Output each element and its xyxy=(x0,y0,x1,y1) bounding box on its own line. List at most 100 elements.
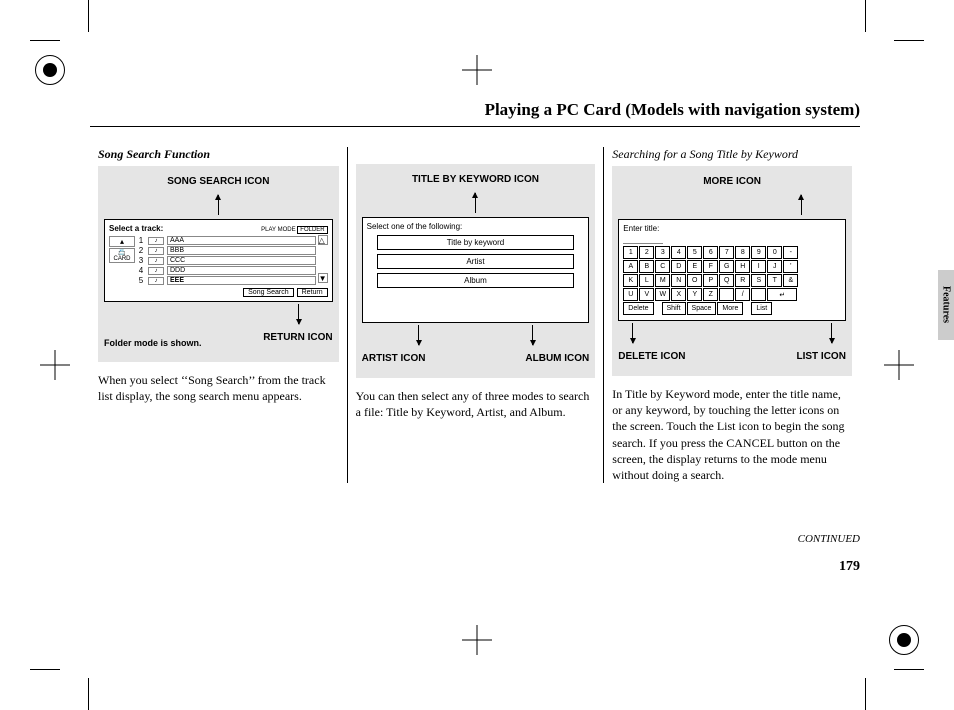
key[interactable]: L xyxy=(639,274,654,287)
heading-search-title-keyword: Searching for a Song Title by Keyword xyxy=(612,147,852,162)
screen-mode-select: Select one of the following: Title by ke… xyxy=(362,217,590,323)
song-search-button[interactable]: Song Search xyxy=(243,288,293,297)
key[interactable] xyxy=(719,288,734,301)
arrow-icon xyxy=(218,195,219,215)
heading-song-search: Song Search Function xyxy=(98,147,339,162)
screen-header: Select one of the following: xyxy=(367,222,585,231)
columns: Song Search Function SONG SEARCH ICON Se… xyxy=(90,147,860,483)
crop-mark xyxy=(894,669,924,670)
delete-button[interactable]: Delete xyxy=(623,302,653,315)
play-mode-label: PLAY MODE xyxy=(261,227,295,233)
key[interactable]: 9 xyxy=(751,246,766,259)
key[interactable]: C xyxy=(655,260,670,273)
key[interactable]: 5 xyxy=(687,246,702,259)
label-artist-icon: ARTIST ICON xyxy=(362,353,426,364)
crop-mark xyxy=(865,0,866,32)
play-mode-value: FOLDER xyxy=(297,226,327,234)
figure-keyboard: MORE ICON Enter title: 1234567890- ABCDE… xyxy=(612,166,852,376)
crosshair-icon xyxy=(40,350,70,380)
crosshair-icon xyxy=(462,625,492,655)
key[interactable]: I xyxy=(751,260,766,273)
arrow-icon xyxy=(831,323,832,343)
up-icon: ▴ xyxy=(109,236,135,247)
label-song-search-icon: SONG SEARCH ICON xyxy=(104,176,333,187)
key[interactable]: ' xyxy=(783,260,798,273)
key[interactable]: & xyxy=(783,274,798,287)
key[interactable]: J xyxy=(767,260,782,273)
crop-mark xyxy=(30,669,60,670)
body-text-2: You can then select any of three modes t… xyxy=(356,388,596,420)
enter-key-icon[interactable]: ↵ xyxy=(767,288,797,301)
key[interactable]: - xyxy=(783,246,798,259)
column-3: Searching for a Song Title by Keyword M O… xyxy=(603,147,860,483)
key[interactable] xyxy=(751,288,766,301)
key[interactable]: W xyxy=(655,288,670,301)
key[interactable]: O xyxy=(687,274,702,287)
arrow-icon xyxy=(418,325,419,345)
text-input-field[interactable] xyxy=(623,235,663,244)
label-title-keyword-icon: TITLE BY KEYWORD ICON xyxy=(362,174,590,185)
key[interactable]: 8 xyxy=(735,246,750,259)
label-album-icon: ALBUM ICON xyxy=(525,353,589,364)
registration-mark-icon xyxy=(889,625,919,655)
key[interactable]: / xyxy=(735,288,750,301)
label-list-icon: LIST ICON xyxy=(796,351,845,362)
page-title: Playing a PC Card (Models with navigatio… xyxy=(90,100,860,126)
side-tab-features: Features xyxy=(938,270,954,340)
page-content: Playing a PC Card (Models with navigatio… xyxy=(90,40,860,575)
crosshair-icon xyxy=(884,350,914,380)
key[interactable]: M xyxy=(655,274,670,287)
key[interactable]: V xyxy=(639,288,654,301)
key[interactable]: 4 xyxy=(671,246,686,259)
key[interactable]: 6 xyxy=(703,246,718,259)
key[interactable]: Y xyxy=(687,288,702,301)
column-1: Song Search Function SONG SEARCH ICON Se… xyxy=(90,147,347,483)
page-number: 179 xyxy=(90,559,860,575)
arrow-icon xyxy=(532,325,533,345)
scroll-up-icon: △ xyxy=(318,235,328,245)
key[interactable]: B xyxy=(639,260,654,273)
key[interactable]: A xyxy=(623,260,638,273)
list-button[interactable]: List xyxy=(751,302,772,315)
keyboard-row-bottom: Delete Shift Space More List xyxy=(623,302,841,315)
key[interactable]: G xyxy=(719,260,734,273)
body-text-3: In Title by Keyword mode, enter the titl… xyxy=(612,386,852,483)
keyboard-row: KLMNOPQRST& xyxy=(623,274,841,287)
body-text-1: When you select ‘‘Song Search’’ from the… xyxy=(98,372,339,404)
key[interactable]: Q xyxy=(719,274,734,287)
key[interactable]: 0 xyxy=(767,246,782,259)
title-rule xyxy=(90,126,860,127)
more-button[interactable]: More xyxy=(717,302,743,315)
crop-mark xyxy=(88,678,89,710)
keyboard-row: UVWXYZ / ↵ xyxy=(623,288,841,301)
key[interactable]: D xyxy=(671,260,686,273)
artist-button[interactable]: Artist xyxy=(377,254,575,269)
figure-song-search: SONG SEARCH ICON Select a track: PLAY MO… xyxy=(98,166,339,362)
key[interactable]: Z xyxy=(703,288,718,301)
key[interactable]: 3 xyxy=(655,246,670,259)
crop-mark xyxy=(865,678,866,710)
key[interactable]: 1 xyxy=(623,246,638,259)
key[interactable]: S xyxy=(751,274,766,287)
key[interactable]: P xyxy=(703,274,718,287)
key[interactable]: F xyxy=(703,260,718,273)
keyboard-row: ABCDEFGHIJ' xyxy=(623,260,841,273)
key[interactable]: 2 xyxy=(639,246,654,259)
key[interactable]: T xyxy=(767,274,782,287)
key[interactable]: H xyxy=(735,260,750,273)
key[interactable]: K xyxy=(623,274,638,287)
key[interactable]: U xyxy=(623,288,638,301)
key[interactable]: N xyxy=(671,274,686,287)
key[interactable]: X xyxy=(671,288,686,301)
key[interactable]: R xyxy=(735,274,750,287)
label-delete-icon: DELETE ICON xyxy=(618,351,685,362)
card-label: 📇 CARD xyxy=(109,248,135,263)
crop-mark xyxy=(894,40,924,41)
key[interactable]: 7 xyxy=(719,246,734,259)
title-by-keyword-button[interactable]: Title by keyword xyxy=(377,235,575,250)
return-button[interactable]: Return xyxy=(297,288,328,297)
album-button[interactable]: Album xyxy=(377,273,575,288)
space-button[interactable]: Space xyxy=(687,302,717,315)
key[interactable]: E xyxy=(687,260,702,273)
shift-button[interactable]: Shift xyxy=(662,302,686,315)
